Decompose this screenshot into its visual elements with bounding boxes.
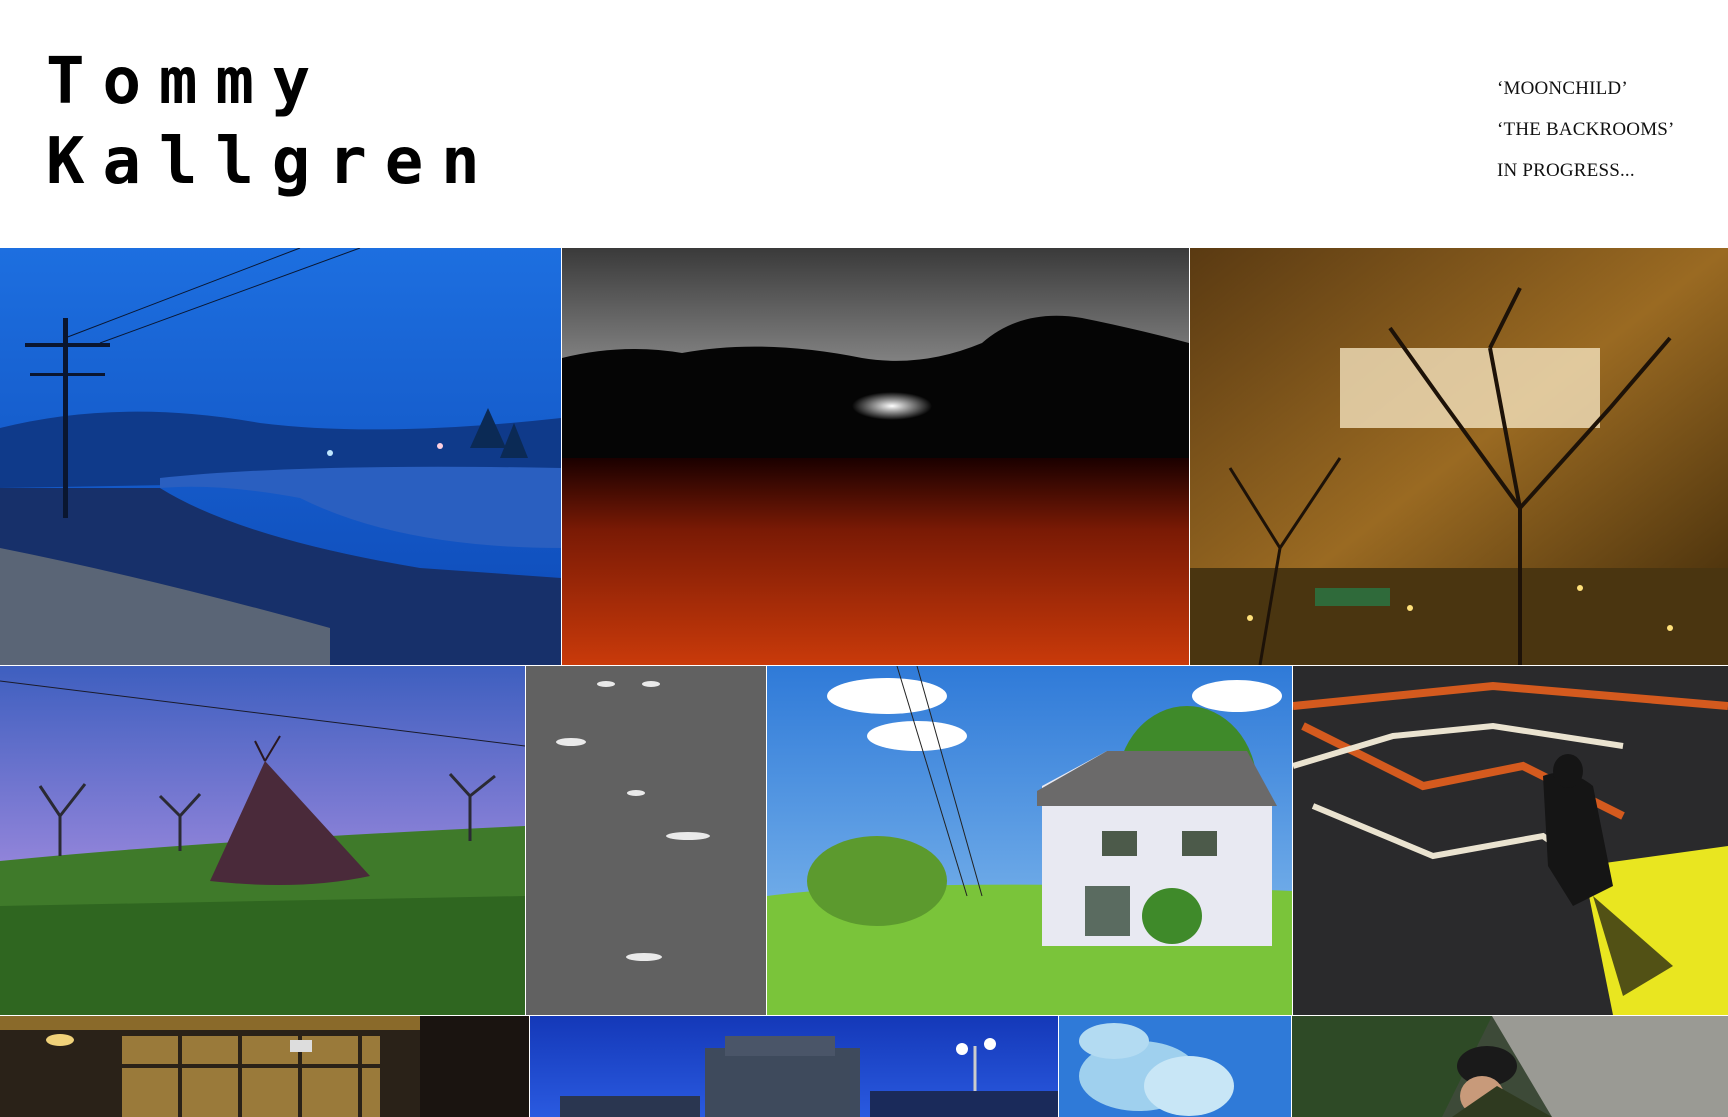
site-title-last-name: Kallgren: [46, 125, 498, 199]
photo-river-utility-pole-image: [0, 248, 561, 665]
photo-suburban-house[interactable]: [767, 666, 1292, 1015]
nav-item-the-backrooms[interactable]: ‘THE BACKROOMS’: [1497, 109, 1675, 150]
photo-river-utility-pole[interactable]: [0, 248, 561, 665]
nav-item-moonchild[interactable]: ‘MOONCHILD’: [1497, 68, 1675, 109]
main-nav: ‘MOONCHILD’ ‘THE BACKROOMS’ IN PROGRESS.…: [1497, 68, 1675, 191]
photo-teepee-on-hill[interactable]: [0, 666, 525, 1015]
photo-bare-tree-golden-lights-image: [1190, 248, 1728, 665]
photo-person-beanie-image: [1292, 1016, 1728, 1117]
photo-suburban-house-image: [767, 666, 1292, 1015]
photo-gallery: [0, 248, 1728, 1117]
photo-bare-tree-golden-lights[interactable]: [1190, 248, 1728, 665]
photo-asphalt-white-dots[interactable]: [526, 666, 766, 1015]
nav-item-in-progress[interactable]: IN PROGRESS...: [1497, 150, 1675, 191]
photo-construction-barriers-image: [1293, 666, 1728, 1015]
photo-pale-blue-abstract-image: [1059, 1016, 1291, 1117]
photo-teepee-on-hill-image: [0, 666, 525, 1015]
photo-construction-barriers[interactable]: [1293, 666, 1728, 1015]
photo-asphalt-white-dots-image: [526, 666, 766, 1015]
photo-person-beanie[interactable]: [1292, 1016, 1728, 1117]
site-header: Tommy Kallgren ‘MOONCHILD’ ‘THE BACKROOM…: [0, 0, 1728, 248]
photo-pale-blue-abstract[interactable]: [1059, 1016, 1291, 1117]
photo-storefront-night-image: [0, 1016, 529, 1117]
photo-building-streetlight[interactable]: [530, 1016, 1058, 1117]
photo-dark-field-red-grass-image: [562, 248, 1189, 665]
site-title-link[interactable]: Tommy Kallgren: [46, 42, 498, 202]
photo-building-streetlight-image: [530, 1016, 1058, 1117]
site-title-first-name: Tommy: [46, 45, 329, 119]
photo-dark-field-red-grass[interactable]: [562, 248, 1189, 665]
photo-storefront-night[interactable]: [0, 1016, 529, 1117]
